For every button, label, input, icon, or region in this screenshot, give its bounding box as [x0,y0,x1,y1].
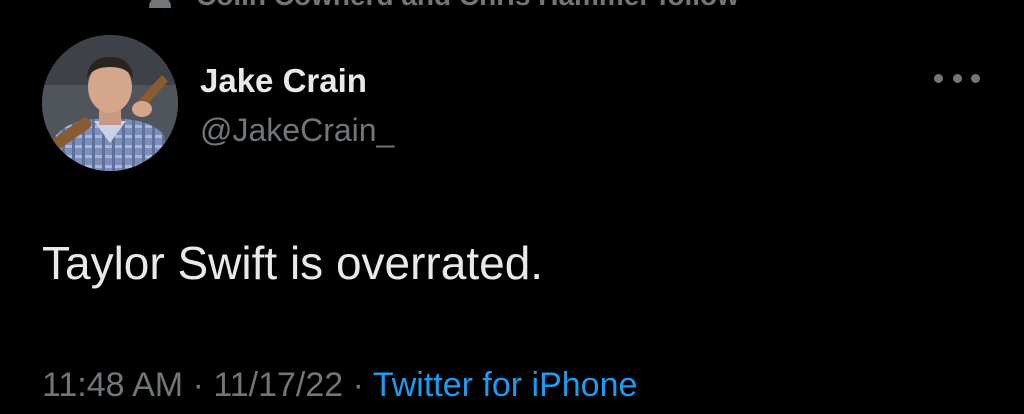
more-dot [952,73,962,83]
meta-separator: · [352,366,364,404]
tweet-time[interactable]: 11:48 AM [42,366,183,404]
more-options-button[interactable] [934,66,980,90]
social-context-text: Colin Cowherd and Chris Hammer follow [196,0,739,12]
avatar-photo [42,35,178,171]
author-handle[interactable]: @JakeCrain_ [200,112,394,149]
tweet-metadata: 11:48 AM · 11/17/22 · Twitter for iPhone [42,366,637,405]
author-display-name[interactable]: Jake Crain [200,62,367,100]
person-icon [149,0,171,8]
tweet-text: Taylor Swift is overrated. [42,237,544,289]
more-dot [934,73,943,83]
social-context[interactable]: Colin Cowherd and Chris Hammer follow [0,0,1024,11]
meta-separator: · [192,366,204,404]
tweet-date[interactable]: 11/17/22 [213,366,343,404]
more-dot [971,73,980,83]
tweet-source-link[interactable]: Twitter for iPhone [373,366,638,404]
avatar[interactable] [42,35,178,171]
